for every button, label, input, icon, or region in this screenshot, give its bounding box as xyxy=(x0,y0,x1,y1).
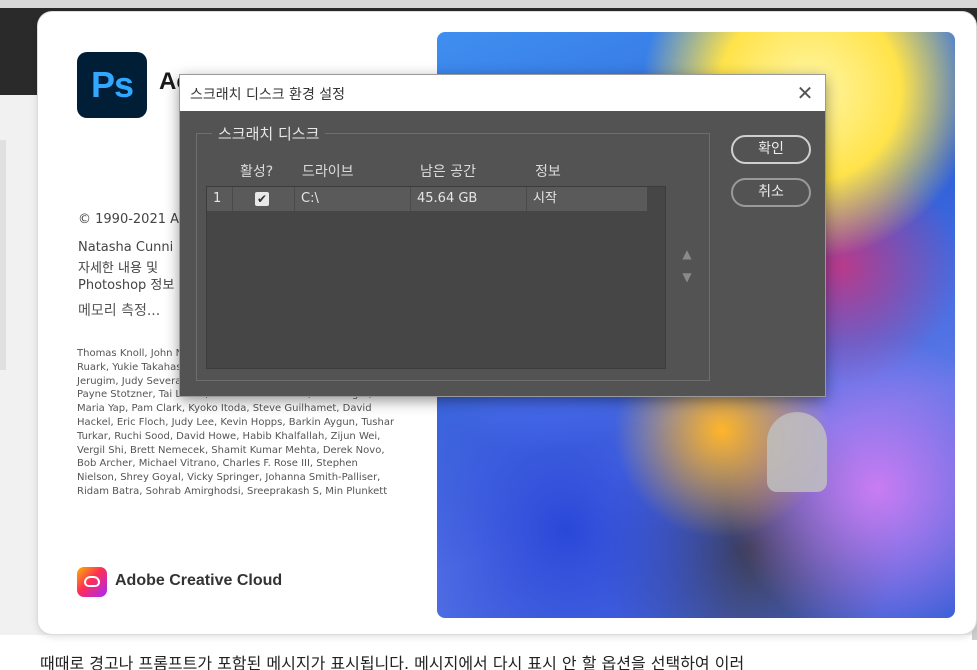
move-up-arrow-icon[interactable]: ▲ xyxy=(680,247,694,261)
column-header-drive: 드라이브 xyxy=(302,164,354,180)
photoshop-logo-icon: Ps xyxy=(77,52,147,118)
group-label: 스크래치 디스크 xyxy=(212,123,326,144)
row-index: 1 xyxy=(207,187,233,211)
scratch-disk-table[interactable]: 1 ✔ C:\ 45.64 GB 시작 xyxy=(206,186,666,369)
active-cell: ✔ xyxy=(233,187,295,211)
move-down-arrow-icon[interactable]: ▼ xyxy=(680,270,694,284)
creative-cloud-logo-icon xyxy=(77,567,107,597)
column-header-info: 정보 xyxy=(535,164,561,180)
scratch-disk-preferences-dialog: 스크래치 디스크 환경 설정 ✕ 스크래치 디스크 활성? 드라이브 남은 공간… xyxy=(180,75,825,396)
table-row[interactable]: 1 ✔ C:\ 45.64 GB 시작 xyxy=(207,187,647,211)
column-header-active: 활성? xyxy=(240,164,274,180)
license-name: Natasha Cunni xyxy=(78,240,174,255)
browser-top-strip xyxy=(0,0,977,8)
photoshop-info-text: Photoshop 정보 xyxy=(78,278,175,293)
free-space-cell: 45.64 GB xyxy=(411,187,527,211)
memory-measure-label: 메모리 측정... xyxy=(78,303,161,319)
dialog-title: 스크래치 디스크 환경 설정 xyxy=(190,87,346,103)
info-cell: 시작 xyxy=(533,191,557,206)
drive-cell: C:\ xyxy=(295,187,411,211)
dialog-titlebar[interactable]: 스크래치 디스크 환경 설정 ✕ xyxy=(180,75,825,111)
close-icon[interactable]: ✕ xyxy=(793,81,817,105)
copyright-text: © 1990-2021 A xyxy=(78,212,180,227)
cancel-button[interactable]: 취소 xyxy=(731,178,811,207)
background-help-text: 때때로 경고나 프롬프트가 포함된 메시지가 표시됩니다. 메시지에서 다시 표… xyxy=(40,654,745,670)
left-page-edge xyxy=(0,140,6,370)
active-checkbox[interactable]: ✔ xyxy=(255,192,269,206)
ok-button[interactable]: 확인 xyxy=(731,135,811,164)
column-header-free-space: 남은 공간 xyxy=(420,164,476,180)
artwork-hand-shape xyxy=(767,412,827,492)
creative-cloud-label: Adobe Creative Cloud xyxy=(115,572,283,589)
